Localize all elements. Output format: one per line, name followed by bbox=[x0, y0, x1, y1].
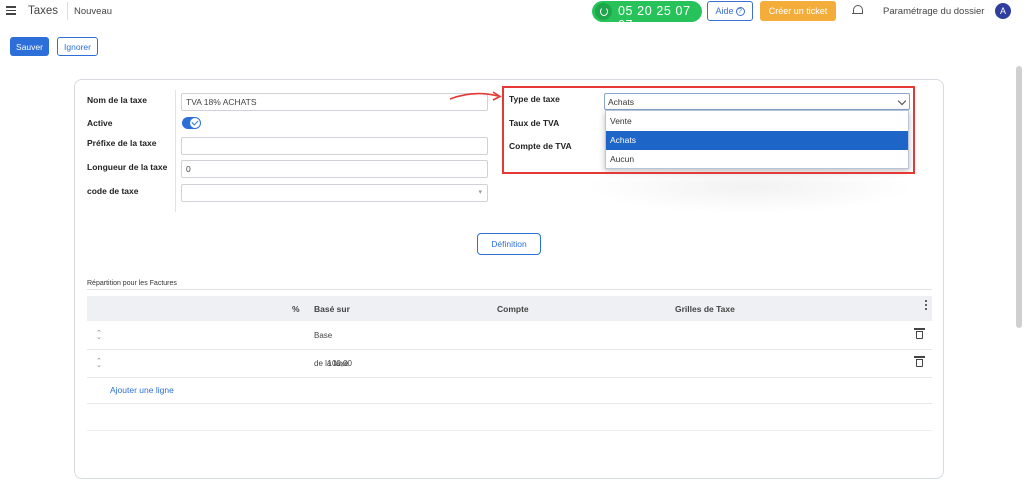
top-bar: Taxes Nouveau 05 20 25 07 07 Aide ? Crée… bbox=[0, 0, 1024, 32]
length-label: Longueur de la taxe bbox=[87, 162, 168, 172]
annotation-highlight bbox=[502, 86, 915, 174]
drag-handle-icon[interactable]: ⌃ ⌄ bbox=[96, 330, 102, 341]
phone-number: 05 20 25 07 07 bbox=[618, 4, 691, 32]
caret-down-icon: ▾ bbox=[478, 189, 482, 196]
trash-icon[interactable] bbox=[914, 328, 925, 339]
trash-icon[interactable] bbox=[914, 356, 925, 367]
help-label: Aide bbox=[715, 6, 734, 16]
name-input[interactable]: TVA 18% ACHATS bbox=[181, 93, 488, 111]
table-header: % Basé sur Compte Grilles de Taxe bbox=[87, 296, 932, 321]
prefix-input[interactable] bbox=[181, 137, 488, 155]
save-button[interactable]: Sauver bbox=[10, 37, 49, 56]
column-options-icon[interactable] bbox=[925, 300, 927, 310]
column-header-grids[interactable]: Grilles de Taxe bbox=[675, 304, 735, 314]
create-ticket-button[interactable]: Créer un ticket bbox=[760, 1, 836, 21]
headset-icon bbox=[595, 3, 612, 20]
phone-support-button[interactable]: 05 20 25 07 07 bbox=[592, 1, 702, 32]
drag-handle-icon[interactable]: ⌃ ⌄ bbox=[96, 358, 102, 369]
help-button[interactable]: Aide ? bbox=[707, 1, 753, 21]
settings-link[interactable]: Paramétrage du dossier bbox=[883, 6, 984, 17]
menu-icon[interactable] bbox=[6, 6, 16, 15]
ignore-button[interactable]: Ignorer bbox=[57, 37, 98, 56]
divider bbox=[87, 289, 932, 290]
add-line-link[interactable]: Ajouter une ligne bbox=[110, 385, 174, 395]
breadcrumb: Nouveau bbox=[74, 6, 113, 17]
section-title: Répartition pour les Factures bbox=[87, 280, 177, 287]
question-icon: ? bbox=[735, 6, 745, 16]
bell-icon[interactable] bbox=[852, 5, 863, 17]
table-row[interactable]: ⌃ ⌄ Base bbox=[87, 322, 932, 350]
length-input[interactable]: 0 bbox=[181, 160, 488, 178]
divider bbox=[87, 403, 932, 404]
code-select[interactable]: ▾ bbox=[181, 184, 488, 202]
column-header-pct[interactable]: % bbox=[292, 304, 300, 314]
app-title[interactable]: Taxes bbox=[28, 5, 58, 17]
divider bbox=[87, 430, 932, 431]
avatar[interactable]: A bbox=[995, 3, 1011, 19]
annotation-arrow-icon bbox=[449, 91, 502, 101]
column-header-account[interactable]: Compte bbox=[497, 304, 529, 314]
code-label: code de taxe bbox=[87, 186, 139, 196]
name-label: Nom de la taxe bbox=[87, 95, 147, 105]
active-label: Active bbox=[87, 118, 113, 128]
definition-button[interactable]: Définition bbox=[477, 233, 541, 255]
prefix-label: Préfixe de la taxe bbox=[87, 138, 157, 148]
column-header-based-on[interactable]: Basé sur bbox=[314, 304, 350, 314]
scrollbar[interactable] bbox=[1016, 66, 1022, 328]
divider bbox=[67, 2, 68, 20]
check-icon bbox=[190, 118, 200, 128]
row-based-on: Base bbox=[314, 331, 333, 340]
divider bbox=[175, 90, 176, 212]
active-toggle[interactable] bbox=[182, 117, 201, 129]
table-row[interactable]: ⌃ ⌄ 100,00 de la taxe bbox=[87, 350, 932, 378]
row-based-on: de la taxe bbox=[314, 359, 349, 368]
